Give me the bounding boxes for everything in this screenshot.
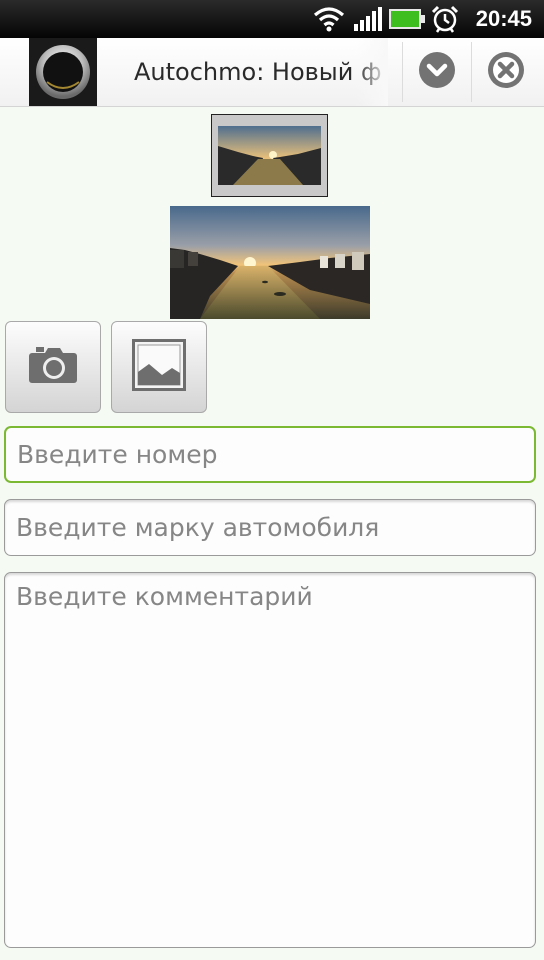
photo-preview <box>170 206 370 319</box>
app-logo-icon <box>29 38 97 106</box>
signal-icon <box>354 0 382 38</box>
camera-icon <box>28 345 78 389</box>
chevron-down-icon <box>418 51 456 93</box>
comment-input[interactable] <box>4 572 536 948</box>
car-brand-input[interactable] <box>4 499 536 556</box>
alarm-icon <box>431 0 459 38</box>
battery-icon <box>389 0 425 38</box>
wifi-icon <box>313 0 345 38</box>
gallery-icon <box>132 339 186 395</box>
gallery-button[interactable] <box>111 321 207 413</box>
thumbnail-image <box>218 126 321 185</box>
notification-title: Autochmo: Новый ф <box>134 58 382 86</box>
clock-time: 20:45 <box>475 6 532 31</box>
photo-thumbnail[interactable] <box>211 114 328 197</box>
camera-button[interactable] <box>5 321 101 413</box>
expand-button[interactable] <box>403 38 471 106</box>
close-button[interactable] <box>472 38 540 106</box>
close-icon <box>487 51 525 93</box>
status-bar: 20:45 <box>0 0 544 38</box>
car-number-input[interactable] <box>4 426 536 483</box>
notification-title-bar: Autochmo: Новый ф <box>0 38 544 107</box>
